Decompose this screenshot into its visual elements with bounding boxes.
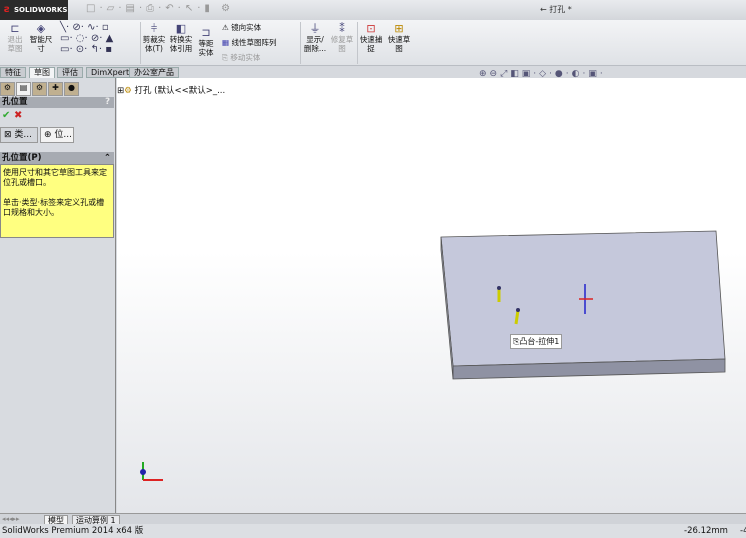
tab-office[interactable]: 办公室产品 xyxy=(129,67,179,78)
mirror-icon: ⚠ xyxy=(222,23,232,32)
type-icon: ⊠ xyxy=(4,130,15,140)
product-name: SolidWorks Premium 2014 x64 版 xyxy=(2,526,144,536)
dimension-icon: ◈ xyxy=(36,22,46,35)
ribbon: ⊏ 退出草图 ◈ 智能尺寸 ╲· ⊘· ∿· ▫ ▭· ◌· ⊘· ▲ ▭· ⊙· ↰·… xyxy=(0,20,746,66)
position-icon: ⊕ xyxy=(44,130,55,140)
repair-button[interactable]: ⁑ 修复草图 xyxy=(330,22,354,53)
tab-dimxpert[interactable]: DimXpert xyxy=(86,67,135,78)
bottom-tabs: ◂◂◂▸▸ 模型 运动算例 1 xyxy=(0,513,746,525)
tab-evaluate[interactable]: 评估 xyxy=(57,67,83,78)
offset-button[interactable]: ⊐ 等距实体 xyxy=(196,26,216,57)
dimxpert-icon[interactable]: ✚ xyxy=(48,82,63,96)
tab-features[interactable]: 特征 xyxy=(0,67,26,78)
section-header[interactable]: 孔位置(P) ⌃ xyxy=(0,152,114,164)
trim-button[interactable]: ⫩ 剪裁实体(T) xyxy=(142,22,166,53)
show-delete-button[interactable]: ⏚ 显示/删除... xyxy=(303,22,327,53)
sketch-tools[interactable]: ╲· ⊘· ∿· ▫ ▭· ◌· ⊘· ▲ ▭· ⊙· ↰· ▪ xyxy=(60,22,113,55)
cancel-button[interactable]: ✖ xyxy=(14,110,22,121)
show-delete-icon: ⏚ xyxy=(309,22,321,35)
property-icon[interactable]: ▤ xyxy=(16,82,31,96)
mirror-button[interactable]: ⚠ 镜向实体 xyxy=(222,23,261,32)
tooltip: ⎘凸台-拉伸1 xyxy=(510,334,563,349)
hole-point-1 xyxy=(497,286,501,302)
coordinate-y: -4 xyxy=(740,526,746,536)
rapid-sketch-button[interactable]: ⊞ 快速草图 xyxy=(386,22,412,53)
graphics-area[interactable]: ⊕⊖⤢◧▣·◇·●·◐·▣· ⊞⚙ 打孔 (默认<<默认>_... ⎘凸台-拉伸… xyxy=(117,69,746,513)
rapid-sketch-icon: ⊞ xyxy=(394,22,404,35)
ok-button[interactable]: ✔ xyxy=(2,110,10,121)
status-bar: SolidWorks Premium 2014 x64 版 -26.12mm -… xyxy=(0,524,746,538)
feature-tree-icon[interactable]: ⚙ xyxy=(0,82,15,96)
tab-position[interactable]: ⊕ 位... xyxy=(40,127,74,143)
title-bar: SOLIDWORKS □·▱·▤·⎙·↶·↖·▮ ⚙ ← 打孔 * xyxy=(0,0,746,20)
tab-scroll-arrows[interactable]: ◂◂◂▸▸ xyxy=(2,515,20,523)
move-button[interactable]: ⎘ 移动实体 xyxy=(222,53,260,62)
smart-dimension-button[interactable]: ◈ 智能尺寸 xyxy=(28,22,54,53)
tab-sketch[interactable]: 草图 xyxy=(29,67,55,78)
collapse-icon[interactable]: ⌃ xyxy=(104,152,111,164)
help-message: 使用尺寸和其它草图工具来定位孔或槽口。 单击·类型·标签来定义孔或槽口规格和大小。 xyxy=(0,164,114,238)
trim-icon: ⫩ xyxy=(150,22,158,35)
help-button[interactable]: ? xyxy=(105,97,110,108)
quick-snap-button[interactable]: ⊡ 快速捕捉 xyxy=(359,22,383,53)
command-tabs: 特征 草图 评估 DimXpert 办公室产品 xyxy=(0,66,746,78)
convert-icon: ◧ xyxy=(175,22,187,35)
document-title: ← 打孔 * xyxy=(540,5,572,14)
exit-sketch-button[interactable]: ⊏ 退出草图 xyxy=(4,22,26,53)
triad-icon xyxy=(140,462,163,481)
display-icon[interactable]: ● xyxy=(64,82,79,96)
panel-header: 孔位置? xyxy=(0,97,114,108)
repair-icon: ⁑ xyxy=(339,22,345,35)
coordinate-x: -26.12mm xyxy=(684,526,728,536)
config-icon[interactable]: ⚙ xyxy=(32,82,47,96)
property-manager: ⚙ ▤ ⚙ ✚ ● 孔位置? ✔ ✖ ⊠ 类... ⊕ 位... 孔位置(P) ⌃ 使用尺… xyxy=(0,78,116,513)
manager-tabs[interactable]: ⚙ ▤ ⚙ ✚ ● xyxy=(0,82,80,96)
exit-sketch-icon: ⊏ xyxy=(10,22,20,35)
tab-type[interactable]: ⊠ 类... xyxy=(0,127,38,143)
convert-button[interactable]: ◧ 转换实体引用 xyxy=(168,22,194,53)
snap-icon: ⊡ xyxy=(366,22,376,35)
linear-pattern-button[interactable]: ▦ 线性草图阵列 xyxy=(222,38,276,47)
offset-icon: ⊐ xyxy=(201,26,211,39)
quick-access-toolbar[interactable]: □·▱·▤·⎙·↶·↖·▮ ⚙ xyxy=(86,3,234,14)
model-svg xyxy=(140,230,726,481)
solidworks-logo[interactable]: SOLIDWORKS xyxy=(0,0,68,20)
